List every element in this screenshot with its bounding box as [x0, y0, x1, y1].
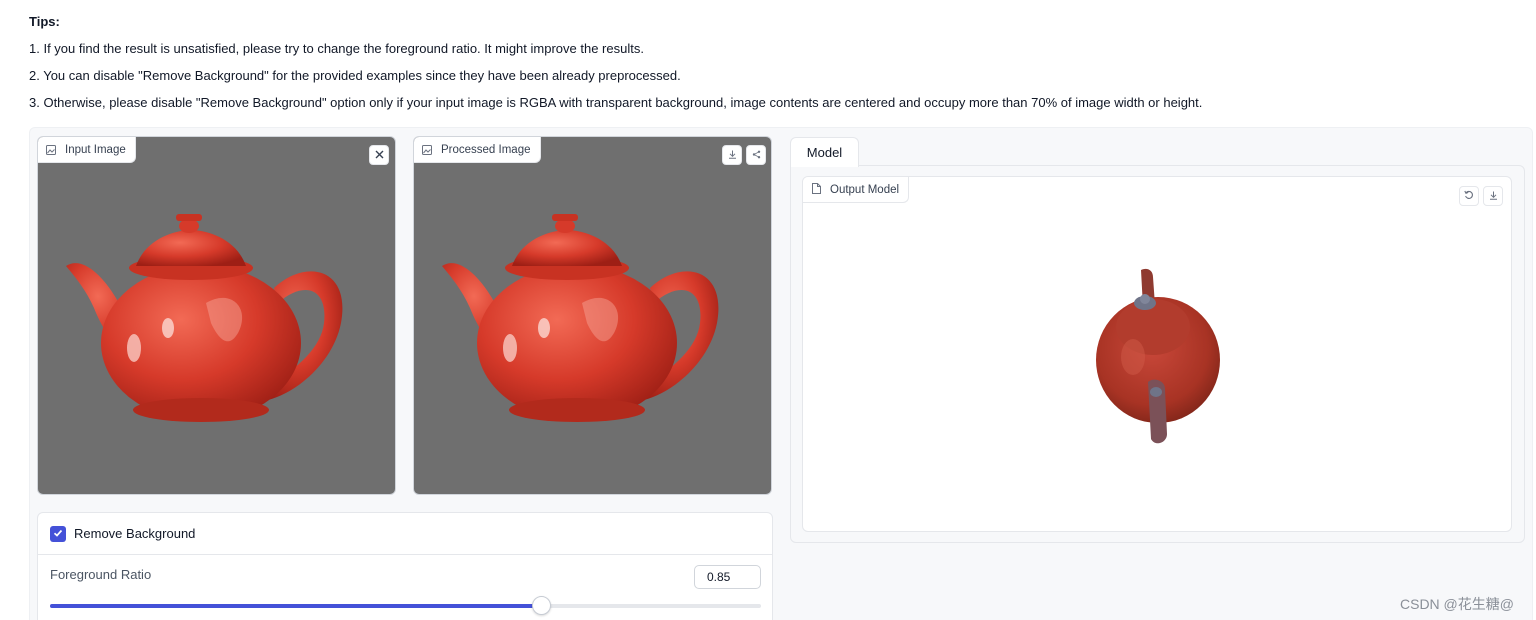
input-teapot-image [66, 214, 343, 422]
tips-item-3: 3. Otherwise, please disable "Remove Bac… [29, 95, 1203, 110]
download-icon [728, 146, 737, 164]
watermark: CSDN @花生糖@ [1400, 596, 1514, 612]
download-processed-button[interactable] [722, 145, 742, 165]
remove-background-label: Remove Background [74, 526, 196, 541]
tips-item-1: 1. If you find the result is unsatisfied… [29, 41, 644, 56]
tab-model[interactable]: Model [790, 137, 859, 167]
tips-title: Tips: [29, 14, 60, 29]
slider-thumb[interactable] [531, 596, 551, 615]
output-model-viewer[interactable]: Output Model [802, 176, 1512, 532]
tips-item-2: 2. You can disable "Remove Background" f… [29, 68, 681, 83]
foreground-ratio-slider[interactable] [50, 596, 761, 615]
share-icon [752, 146, 761, 164]
processed-teapot-image [442, 214, 719, 422]
remove-background-row[interactable]: Remove Background [38, 513, 772, 555]
tips-section: Tips: 1. If you find the result is unsat… [29, 8, 1202, 116]
slider-fill [50, 604, 541, 608]
input-image-label: Input Image [38, 137, 136, 163]
processed-image-panel: Processed Image [413, 136, 772, 495]
input-image-label-text: Input Image [65, 143, 126, 156]
close-icon [375, 146, 384, 164]
processed-image-label-text: Processed Image [441, 143, 531, 156]
check-icon [53, 526, 63, 541]
foreground-ratio-input[interactable]: 0.85 [694, 565, 761, 589]
clear-image-button[interactable] [369, 145, 389, 165]
input-image-panel[interactable]: Input Image [37, 136, 396, 495]
remove-background-checkbox[interactable] [50, 525, 66, 542]
image-icon [422, 144, 432, 155]
image-icon [46, 144, 56, 155]
controls-panel: Remove Background Foreground Ratio 0.85 [37, 512, 773, 620]
foreground-ratio-label: Foreground Ratio [50, 567, 152, 582]
share-processed-button[interactable] [746, 145, 766, 165]
3d-teapot-model [1096, 268, 1220, 444]
processed-image-label: Processed Image [414, 137, 541, 163]
